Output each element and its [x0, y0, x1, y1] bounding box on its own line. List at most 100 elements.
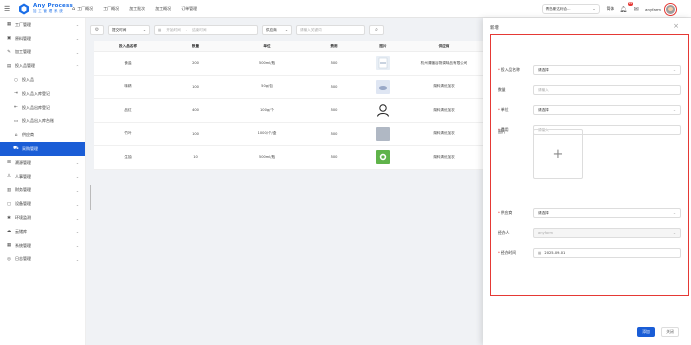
product-thumbnail[interactable]	[376, 150, 390, 165]
date-field[interactable]: ▦ 2025-09-01	[533, 248, 681, 258]
col-name[interactable]: 投入品名称	[94, 44, 162, 49]
table-row[interactable]: 竹叶 100 1000/个/盒 500 湖科清优加农	[94, 123, 485, 146]
select-field[interactable]: 请选择 ⌄	[533, 65, 681, 75]
cell-image	[363, 150, 403, 165]
sidebar-item-supplier[interactable]: ⌂ 供应商	[0, 128, 85, 142]
product-thumbnail[interactable]	[376, 56, 390, 71]
sidebar-item-trace[interactable]: ⊞ 溯源管理 ⌄	[0, 156, 85, 170]
box-icon: ▣	[6, 36, 12, 42]
sidebar-item-purchase[interactable]: ⛟ 采购管理	[0, 142, 85, 156]
chevron-down-icon: ⌄	[672, 68, 676, 72]
table-row[interactable]: 食盐 200 500ml/瓶 500 杭州清膳谷物调味品有限公司	[94, 52, 485, 76]
filter-bar: ⚙ 提交时间 ⌄ ▦ 开始时间 - 结束时间 供应商 ⌄ 请输入关键词 ⌕	[90, 24, 483, 36]
cell-cost: 500	[330, 108, 338, 113]
cell-qty: 10	[193, 155, 198, 160]
sidebar-item-inputs[interactable]: ▤ 投入品管理 ⌃	[0, 59, 85, 73]
cell-qty: 400	[192, 108, 199, 113]
search-button[interactable]: ⌕	[369, 25, 384, 35]
sidebar-item-cloud[interactable]: ☁ 云储库 ⌄	[0, 225, 85, 239]
avatar[interactable]	[664, 2, 677, 16]
company-select[interactable]: 青岛斯达利合... ⌄	[541, 4, 600, 14]
sidebar-item-process[interactable]: ✎ 加工管理 ⌄	[0, 46, 85, 60]
field-label-text: 单位	[500, 107, 509, 112]
bell-icon[interactable]: 🔔︎ 99	[619, 1, 634, 13]
cell-unit: 500ml/瓶	[258, 60, 276, 65]
topnav-item-factory[interactable]: 工厂概况	[103, 6, 119, 12]
topnav-item-factory-overview[interactable]: ⌂ 工厂概况	[72, 6, 93, 12]
cell-unit: 500ml/瓶	[258, 154, 276, 159]
select-field[interactable]: 请选择 ⌄	[533, 208, 681, 218]
sidebar: ▦ 工厂管理 ⌄ ▣ 原料管理 ⌄ ✎ 加工管理 ⌄ ▤ 投入品管理 ⌃ ○ 投入品 ⇥ 投入品入库…	[0, 18, 86, 345]
calendar-icon: ▦	[538, 251, 542, 255]
cell-name: 食盐	[124, 60, 132, 65]
select-field[interactable]: 请选择 ⌄	[533, 105, 681, 115]
sidebar-item-finance[interactable]: ▥ 财务管理 ⌄	[0, 184, 85, 198]
sidebar-item-system[interactable]: ▦ 系统管理 ⌄	[0, 239, 85, 253]
col-unit[interactable]: 单位	[229, 44, 305, 49]
cell-unit: 50g/包	[261, 84, 273, 89]
product-thumbnail[interactable]	[376, 103, 390, 118]
sidebar-item-input[interactable]: ○ 投入品	[0, 73, 85, 87]
table-row[interactable]: 味精 100 50g/包 500 湖科清优加农	[94, 76, 485, 99]
sidebar-item-hr[interactable]: ♙ 人事管理 ⌄	[0, 170, 85, 184]
field-value: 请选择	[538, 67, 549, 72]
col-cost[interactable]: 费用	[305, 44, 363, 49]
table-row[interactable]: 品红 400 100g/个 500 湖科清优加农	[94, 99, 485, 123]
cell-supplier: 湖科清优加农	[433, 107, 455, 112]
field-placeholder: 请输入	[538, 87, 549, 92]
plus-icon: +	[552, 146, 564, 162]
top-bar: ☰ Any Process 加 工 管 理 系 统 ⌂ 工厂概况 工厂概况 加工批…	[0, 0, 691, 18]
cell-unit: 100g/个	[260, 107, 274, 112]
cell-name: 生抽	[124, 154, 132, 159]
ledger-icon: ▭	[13, 118, 19, 124]
sidebar-item-ledger[interactable]: ▭ 投入品出入库台账	[0, 115, 85, 129]
menu-icon[interactable]: ☰	[4, 5, 14, 13]
settings-button[interactable]: ⚙	[90, 25, 104, 35]
system-icon: ▦	[6, 243, 12, 249]
topnav-item-process[interactable]: 加工概况	[155, 6, 171, 12]
sidebar-item-material[interactable]: ▣ 原料管理 ⌄	[0, 32, 85, 46]
cell-image	[363, 56, 403, 71]
field-label-text: 数量	[498, 87, 506, 92]
col-qty[interactable]: 数量	[162, 44, 229, 49]
cart-icon: ⛟	[13, 146, 19, 152]
time-type-select[interactable]: 提交时间 ⌄	[108, 25, 150, 35]
home-icon: ⌂	[72, 5, 76, 12]
text-field[interactable]: 请输入	[533, 85, 681, 95]
username[interactable]: anyfarm	[645, 7, 661, 12]
supplier-select[interactable]: 供应商 ⌄	[262, 25, 292, 35]
field-value: 请选择	[538, 107, 549, 112]
close-icon[interactable]: ×	[673, 22, 679, 30]
purchase-table: 投入品名称 数量 单位 费用 图片 供应商 食盐 200 500ml/瓶 500 杭州清…	[94, 41, 485, 170]
product-thumbnail[interactable]	[376, 79, 390, 94]
search-input[interactable]: 请输入关键词	[296, 25, 365, 35]
close-button[interactable]: 关闭	[661, 327, 679, 337]
chevron-down-icon: ⌄	[672, 108, 676, 112]
sidebar-item-factory[interactable]: ▦ 工厂管理 ⌄	[0, 18, 85, 32]
cell-name: 竹叶	[124, 131, 132, 136]
topnav-item-orders[interactable]: 订单管理	[181, 6, 197, 12]
date-range-picker[interactable]: ▦ 开始时间 - 结束时间	[154, 25, 258, 35]
topnav-item-batch[interactable]: 加工批次	[129, 6, 145, 12]
cell-image	[363, 126, 403, 141]
logo-sub: 加 工 管 理 系 统	[33, 9, 64, 14]
col-image[interactable]: 图片	[363, 44, 403, 49]
col-supplier[interactable]: 供应商	[403, 44, 485, 49]
cell-supplier: 湖科清优加农	[433, 84, 455, 89]
sidebar-item-environment[interactable]: ✱ 环境监测 ⌄	[0, 211, 85, 225]
sidebar-item-log[interactable]: ◎ 日志管理 ⌄	[0, 253, 85, 267]
form-row: *经办时间 ▦ 2025-09-01	[491, 246, 690, 260]
sidebar-item-inbound[interactable]: ⇥ 投入品入库登记	[0, 87, 85, 101]
add-button[interactable]: 添加	[637, 327, 655, 337]
sidebar-item-device[interactable]: ▢ 设备管理 ⌄	[0, 197, 85, 211]
mail-icon[interactable]: ✉	[632, 5, 640, 13]
scrollbar[interactable]	[90, 185, 91, 210]
image-upload[interactable]: +	[533, 129, 583, 179]
gear-icon: ✱	[7, 215, 11, 221]
product-thumbnail[interactable]	[376, 126, 390, 141]
sidebar-item-outbound[interactable]: ⇤ 投入品出库登记	[0, 101, 85, 115]
table-row[interactable]: 生抽 10 500ml/瓶 500 湖科清优加农	[94, 146, 485, 170]
search-icon: ⌕	[375, 27, 378, 33]
language-switch[interactable]: 简体	[607, 6, 615, 12]
cell-qty: 100	[192, 84, 199, 89]
